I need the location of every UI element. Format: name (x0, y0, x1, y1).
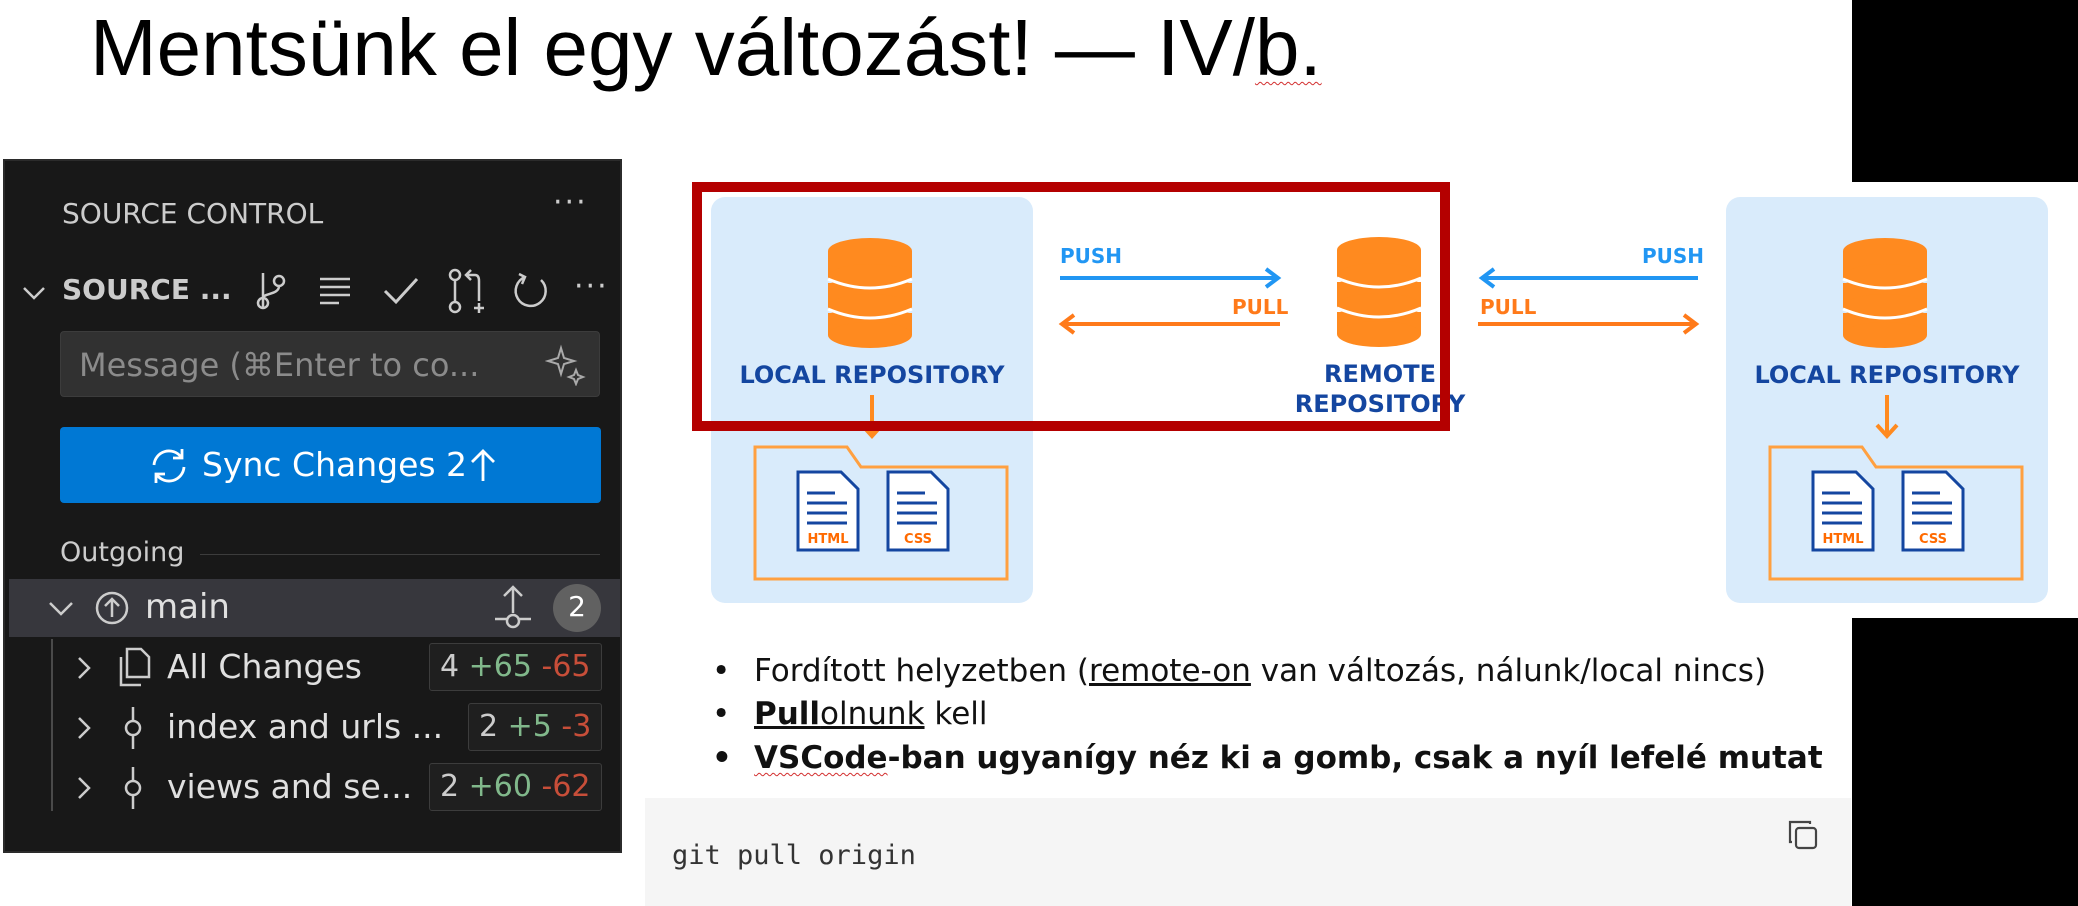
arrow-up-icon (471, 449, 495, 481)
chevron-right-icon[interactable] (75, 775, 93, 801)
panel-header: SOURCE CONTROL (62, 197, 324, 230)
chevron-right-icon[interactable] (75, 655, 93, 681)
html-file-label: HTML (807, 532, 849, 547)
repo-title[interactable]: SOURCE ... (62, 273, 232, 306)
commit-message-input[interactable]: Message (⌘Enter to co... (60, 331, 600, 397)
remote-link: remote-on (1089, 653, 1251, 689)
local-repo-label: LOCAL REPOSITORY (1754, 361, 2020, 389)
arrow-left-icon (1478, 267, 1698, 289)
refresh-icon[interactable] (511, 271, 551, 311)
branch-row-main[interactable]: main 2 (9, 579, 620, 637)
sparkle-icon[interactable] (545, 344, 587, 386)
sync-label: Sync Changes 2 (202, 445, 468, 484)
slide-title-main: Mentsünk el egy változást! — IV/ (90, 3, 1255, 92)
chevron-right-icon[interactable] (75, 715, 93, 741)
folder-icon (1768, 445, 2024, 581)
push-label-right: PUSH (1642, 244, 1705, 268)
chevron-down-icon[interactable] (21, 283, 47, 303)
commit-icon (124, 707, 142, 749)
branch-badge: 2 (553, 584, 601, 632)
sync-icon (152, 449, 186, 483)
slide-title: Mentsünk el egy változást! — IV/b. (90, 2, 1322, 94)
black-strip-bottom (1852, 618, 2078, 906)
diff-stat-badge: 2 +5 -3 (468, 703, 603, 751)
list-item[interactable]: views and se... 2 +60 -62 (9, 759, 620, 815)
list-item[interactable]: index and urls ... 2 +5 -3 (9, 699, 620, 755)
outgoing-label: Outgoing (60, 537, 185, 568)
pull-request-icon[interactable] (445, 267, 489, 315)
branch-graph-icon[interactable] (251, 269, 291, 313)
source-control-panel: SOURCE CONTROL ··· SOURCE ... ··· Messag… (3, 159, 622, 853)
html-file-label: HTML (1822, 532, 1864, 547)
message-placeholder: Message (⌘Enter to co... (79, 346, 480, 384)
css-file-label: CSS (904, 532, 932, 547)
folder-icon (753, 445, 1009, 581)
black-strip-top (1852, 0, 2078, 182)
row-label: All Changes (167, 647, 362, 686)
commit-check-icon[interactable] (381, 273, 421, 309)
list-view-icon[interactable] (317, 273, 353, 309)
arrow-right-icon (1478, 313, 1700, 335)
files-icon (119, 647, 151, 687)
outgoing-divider (200, 554, 600, 555)
repo-more-icon[interactable]: ··· (574, 269, 609, 304)
database-icon (1842, 238, 1928, 348)
sync-changes-button[interactable]: Sync Changes 2 (60, 427, 601, 503)
css-file-label: CSS (1919, 532, 1947, 547)
local-repo-card-right: LOCAL REPOSITORY HTML CSS (1726, 197, 2048, 603)
slide-title-tail: b. (1254, 3, 1322, 92)
code-command: git pull origin (672, 840, 916, 871)
more-actions-icon[interactable]: ··· (553, 185, 588, 220)
branch-name: main (145, 587, 230, 627)
list-item[interactable]: All Changes 4 +65 -65 (9, 639, 620, 695)
commit-icon (124, 767, 142, 809)
outgoing-arrow-icon (95, 591, 129, 625)
copy-icon[interactable] (1786, 818, 1820, 852)
diff-stat-badge: 4 +65 -65 (429, 643, 602, 691)
row-label: index and urls ... (167, 707, 444, 746)
row-label: views and se... (167, 767, 413, 806)
chevron-down-icon[interactable] (47, 599, 75, 619)
highlight-box (692, 182, 1450, 431)
push-icon[interactable] (491, 583, 535, 633)
diff-stat-badge: 2 +60 -62 (429, 763, 602, 811)
